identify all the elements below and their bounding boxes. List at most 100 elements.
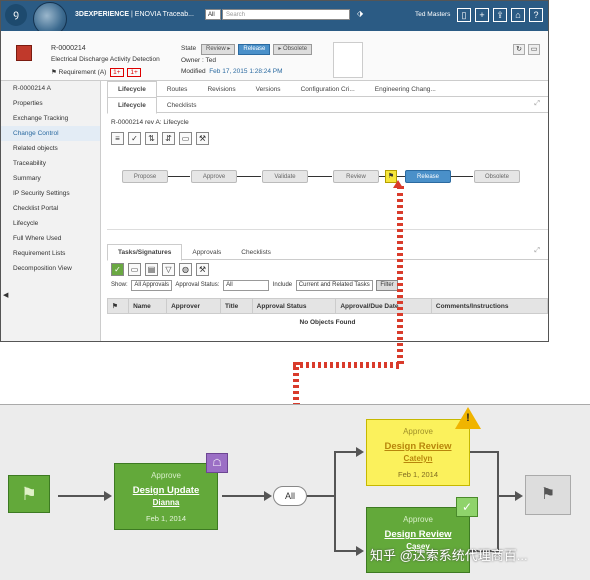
tab-configuration[interactable]: Configuration Cri... bbox=[291, 82, 365, 97]
arrow bbox=[470, 451, 498, 453]
tab-routes[interactable]: Routes bbox=[157, 82, 198, 97]
sidebar-item-change-control[interactable]: Change Control bbox=[1, 126, 100, 141]
state-obsolete-button[interactable]: ▸ Obsolete bbox=[273, 44, 313, 55]
arrow bbox=[307, 495, 335, 497]
state-release[interactable]: Release bbox=[405, 170, 451, 183]
sidebar-item-exchange-tracking[interactable]: Exchange Tracking bbox=[1, 111, 100, 126]
state-approve[interactable]: Approve bbox=[191, 170, 237, 183]
tools-icon[interactable]: ⚒ bbox=[196, 132, 209, 145]
task-node-design-review-catelyn[interactable]: Approve Design Review Catelyn Feb 1, 201… bbox=[366, 419, 470, 486]
state-review[interactable]: Review bbox=[333, 170, 379, 183]
column-header[interactable]: Name bbox=[128, 298, 168, 314]
filter-icon[interactable]: ▽ bbox=[162, 263, 175, 276]
subtab-checklists[interactable]: Checklists bbox=[157, 98, 207, 113]
modified-label: Modified bbox=[181, 68, 206, 75]
chat-icon[interactable]: ▯ bbox=[457, 8, 471, 22]
column-header[interactable]: Approval Status bbox=[251, 298, 337, 314]
state-validate[interactable]: Validate bbox=[262, 170, 308, 183]
task-action: Approve bbox=[403, 515, 433, 524]
watermark: 知乎 @达索系统代理商百... bbox=[370, 548, 528, 563]
complete-check-icon[interactable]: ✓ bbox=[456, 497, 478, 517]
requirement-icon bbox=[16, 45, 32, 61]
callout-connector bbox=[397, 186, 403, 364]
tab-approvals[interactable]: Approvals bbox=[182, 245, 231, 260]
search-input[interactable]: Search bbox=[222, 9, 350, 20]
tab-engineering-change[interactable]: Engineering Chang... bbox=[365, 82, 446, 97]
badge-1[interactable]: 1+ bbox=[110, 68, 124, 77]
task-title[interactable]: Design Update bbox=[115, 485, 217, 496]
comment-icon[interactable]: ☖ bbox=[206, 453, 228, 473]
sub-tabs: Lifecycle Checklists ⤢ bbox=[107, 97, 548, 114]
state-obsolete[interactable]: Obsolete bbox=[474, 170, 520, 183]
task-title[interactable]: Design Review bbox=[367, 441, 469, 452]
tag-icon[interactable]: ⬗ bbox=[357, 9, 363, 18]
tab-tasks-signatures[interactable]: Tasks/Signatures bbox=[107, 244, 183, 261]
tools-icon[interactable]: ⚒ bbox=[196, 263, 209, 276]
column-header[interactable]: Title bbox=[220, 298, 253, 314]
tab-lifecycle[interactable]: Lifecycle bbox=[107, 81, 157, 98]
sidebar-item-lifecycle[interactable]: Lifecycle bbox=[1, 216, 100, 231]
add-icon[interactable]: + bbox=[475, 8, 489, 22]
include-select[interactable]: Current and Related Tasks bbox=[295, 280, 373, 291]
user-name[interactable]: Ted Masters bbox=[415, 11, 450, 18]
object-type: ⚑ Requirement (A) 1+ 1+ bbox=[51, 68, 141, 77]
promote-icon[interactable]: ⇅ bbox=[145, 132, 158, 145]
share-icon[interactable]: ⇪ bbox=[493, 8, 507, 22]
tab-versions[interactable]: Versions bbox=[246, 82, 291, 97]
collapse-arrow-icon[interactable]: ◀ bbox=[3, 291, 8, 299]
column-header[interactable]: Approval/Due Date bbox=[335, 298, 432, 314]
approval-status-select[interactable]: All bbox=[223, 280, 270, 291]
check-icon[interactable]: ✓ bbox=[128, 132, 141, 145]
menu-icon[interactable]: ≡ bbox=[111, 132, 124, 145]
state-release-button[interactable]: Release bbox=[238, 44, 271, 55]
demote-icon[interactable]: ⇵ bbox=[162, 132, 175, 145]
merge-line bbox=[497, 451, 499, 552]
expand-icon[interactable]: ⤢ bbox=[534, 247, 540, 255]
sidebar-item-decomposition-view[interactable]: Decomposition View bbox=[1, 261, 100, 276]
task-node-design-update[interactable]: Approve Design Update Dianna Feb 1, 2014 bbox=[114, 463, 218, 530]
window-icon[interactable]: ▭ bbox=[179, 132, 192, 145]
sidebar-item-checklist-portal[interactable]: Checklist Portal bbox=[1, 201, 100, 216]
state-review-button[interactable]: Review ▸ bbox=[201, 44, 236, 55]
badge-2[interactable]: 1+ bbox=[127, 68, 141, 77]
finish-flag-icon[interactable]: ⚑ bbox=[525, 475, 571, 515]
approve-check-icon[interactable]: ✓ bbox=[111, 263, 124, 276]
globe-icon[interactable]: ◍ bbox=[179, 263, 192, 276]
task-title[interactable]: Design Review bbox=[367, 529, 469, 540]
refresh-icon[interactable]: ↻ bbox=[513, 44, 525, 55]
sidebar-item-properties[interactable]: Properties bbox=[1, 96, 100, 111]
search-scope-select[interactable]: All bbox=[205, 9, 221, 20]
object-thumbnail bbox=[333, 42, 363, 78]
sidebar-item-summary[interactable]: Summary bbox=[1, 171, 100, 186]
subtab-lifecycle[interactable]: Lifecycle bbox=[107, 97, 157, 114]
column-header[interactable]: Approver bbox=[166, 298, 222, 314]
column-header-icon[interactable]: ⚑ bbox=[106, 298, 130, 314]
table-header-row: ⚑ Name Approver Title Approval Status Ap… bbox=[106, 298, 548, 314]
tab-checklists[interactable]: Checklists bbox=[231, 245, 281, 260]
column-header[interactable]: Comments/Instructions bbox=[430, 298, 548, 314]
show-select[interactable]: All Approvals bbox=[131, 280, 173, 291]
start-flag-icon[interactable]: ⚑ bbox=[8, 475, 50, 513]
all-gate[interactable]: All bbox=[273, 486, 307, 506]
sidebar-item-full-where-used[interactable]: Full Where Used bbox=[1, 231, 100, 246]
tab-revisions[interactable]: Revisions bbox=[197, 82, 245, 97]
sidebar-item-requirement-lists[interactable]: Requirement Lists bbox=[1, 246, 100, 261]
task-assignee[interactable]: Dianna bbox=[115, 498, 217, 507]
empty-message: No Objects Found bbox=[299, 319, 356, 326]
main-panel: Lifecycle Routes Revisions Versions Configur… bbox=[106, 81, 548, 341]
home-icon[interactable]: ⌂ bbox=[511, 8, 525, 22]
task-assignee[interactable]: Catelyn bbox=[367, 454, 469, 463]
window-icon[interactable]: ▭ bbox=[528, 44, 540, 55]
sidebar-item-related-objects[interactable]: Related objects bbox=[1, 141, 100, 156]
add-task-icon[interactable]: ▭ bbox=[128, 263, 141, 276]
sidebar-item-object[interactable]: R-0000214 A bbox=[1, 81, 100, 96]
sidebar-item-traceability[interactable]: Traceability bbox=[1, 156, 100, 171]
list-icon[interactable]: ▤ bbox=[145, 263, 158, 276]
search-icon[interactable]: ⚲ bbox=[343, 9, 349, 18]
expand-icon[interactable]: ⤢ bbox=[534, 100, 540, 108]
connector bbox=[397, 176, 405, 177]
sidebar-item-ip-security[interactable]: IP Security Settings bbox=[1, 186, 100, 201]
help-icon[interactable]: ? bbox=[529, 8, 543, 22]
state-propose[interactable]: Propose bbox=[122, 170, 168, 183]
filter-button[interactable]: Filter bbox=[376, 280, 398, 291]
